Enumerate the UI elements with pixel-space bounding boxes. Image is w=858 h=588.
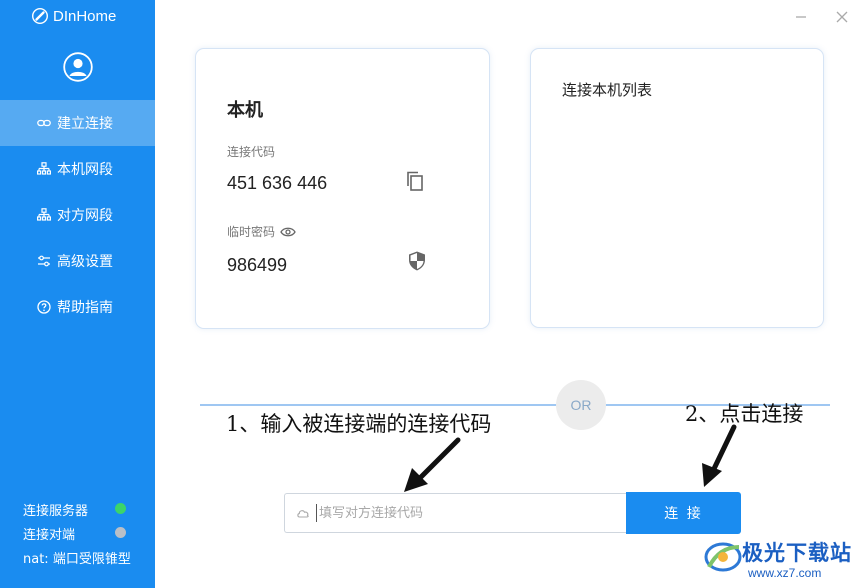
peer-status-label: 连接对端 <box>23 528 76 543</box>
password-label-text: 临时密码 <box>227 225 276 239</box>
app-title: DInHome <box>32 5 116 27</box>
peer-code-input[interactable] <box>316 504 601 522</box>
network-icon <box>37 208 51 221</box>
nav-item-peer-subnet[interactable]: 对方网段 <box>0 192 155 238</box>
shield-icon[interactable] <box>406 250 428 272</box>
server-status: 连接服务器 <box>23 500 126 519</box>
avatar-icon[interactable] <box>63 52 93 82</box>
code-label-text: 连接代码 <box>227 145 276 159</box>
nav-item-label: 高级设置 <box>57 254 113 270</box>
eye-icon[interactable] <box>280 226 296 238</box>
annotation-step1: 1、输入被连接端的连接代码 <box>226 412 492 436</box>
network-icon <box>37 162 51 175</box>
nav-item-help[interactable]: 帮助指南 <box>0 284 155 330</box>
connection-list-title: 连接本机列表 <box>562 81 653 99</box>
sliders-icon <box>38 255 50 267</box>
password-label: 临时密码 <box>227 223 296 240</box>
cloud-icon <box>297 510 309 518</box>
annotation-arrow-icon <box>702 424 737 487</box>
nat-status: nat: 端口受限锥型 <box>23 548 131 567</box>
nav-item-label: 帮助指南 <box>57 300 113 316</box>
nav-item-local-subnet[interactable]: 本机网段 <box>0 146 155 192</box>
local-title: 本机 <box>227 100 263 121</box>
or-badge: OR <box>556 380 606 430</box>
minimize-icon[interactable] <box>793 9 809 25</box>
watermark-brand: 极光下载站 <box>742 541 852 565</box>
peer-status: 连接对端 <box>23 524 126 543</box>
connection-list-card: 连接本机列表 <box>530 48 824 328</box>
code-label: 连接代码 <box>227 143 275 160</box>
link-icon <box>37 119 51 127</box>
server-status-label: 连接服务器 <box>23 504 89 519</box>
sidebar: DInHome 建立连接 本机网段 对方网段 高级设置 帮助指南 连接服务器 连… <box>0 0 155 588</box>
nav-item-label: 对方网段 <box>57 208 113 224</box>
nav-menu: 建立连接 本机网段 对方网段 高级设置 帮助指南 <box>0 100 155 330</box>
app-title-text: DInHome <box>53 7 117 25</box>
nav-item-label: 建立连接 <box>57 116 113 132</box>
nav-item-advanced-settings[interactable]: 高级设置 <box>0 238 155 284</box>
nat-status-label: nat: 端口受限锥型 <box>23 552 131 567</box>
help-icon <box>37 300 51 314</box>
app-logo-icon <box>32 8 48 24</box>
nav-item-label: 本机网段 <box>57 162 113 178</box>
local-card: 本机 连接代码 451 636 446 临时密码 986499 <box>195 48 490 329</box>
password-value: 986499 <box>227 255 288 275</box>
peer-code-field[interactable] <box>284 493 628 533</box>
annotation-arrow-icon <box>404 437 461 492</box>
copy-icon[interactable] <box>404 170 426 192</box>
connect-button[interactable]: 连 接 <box>626 492 741 534</box>
nav-item-connect[interactable]: 建立连接 <box>0 100 155 146</box>
peer-status-dot <box>115 527 126 538</box>
server-status-dot <box>115 503 126 514</box>
code-value: 451 636 446 <box>227 173 328 193</box>
watermark-url: www.xz7.com <box>748 566 822 580</box>
close-icon[interactable] <box>834 9 850 25</box>
